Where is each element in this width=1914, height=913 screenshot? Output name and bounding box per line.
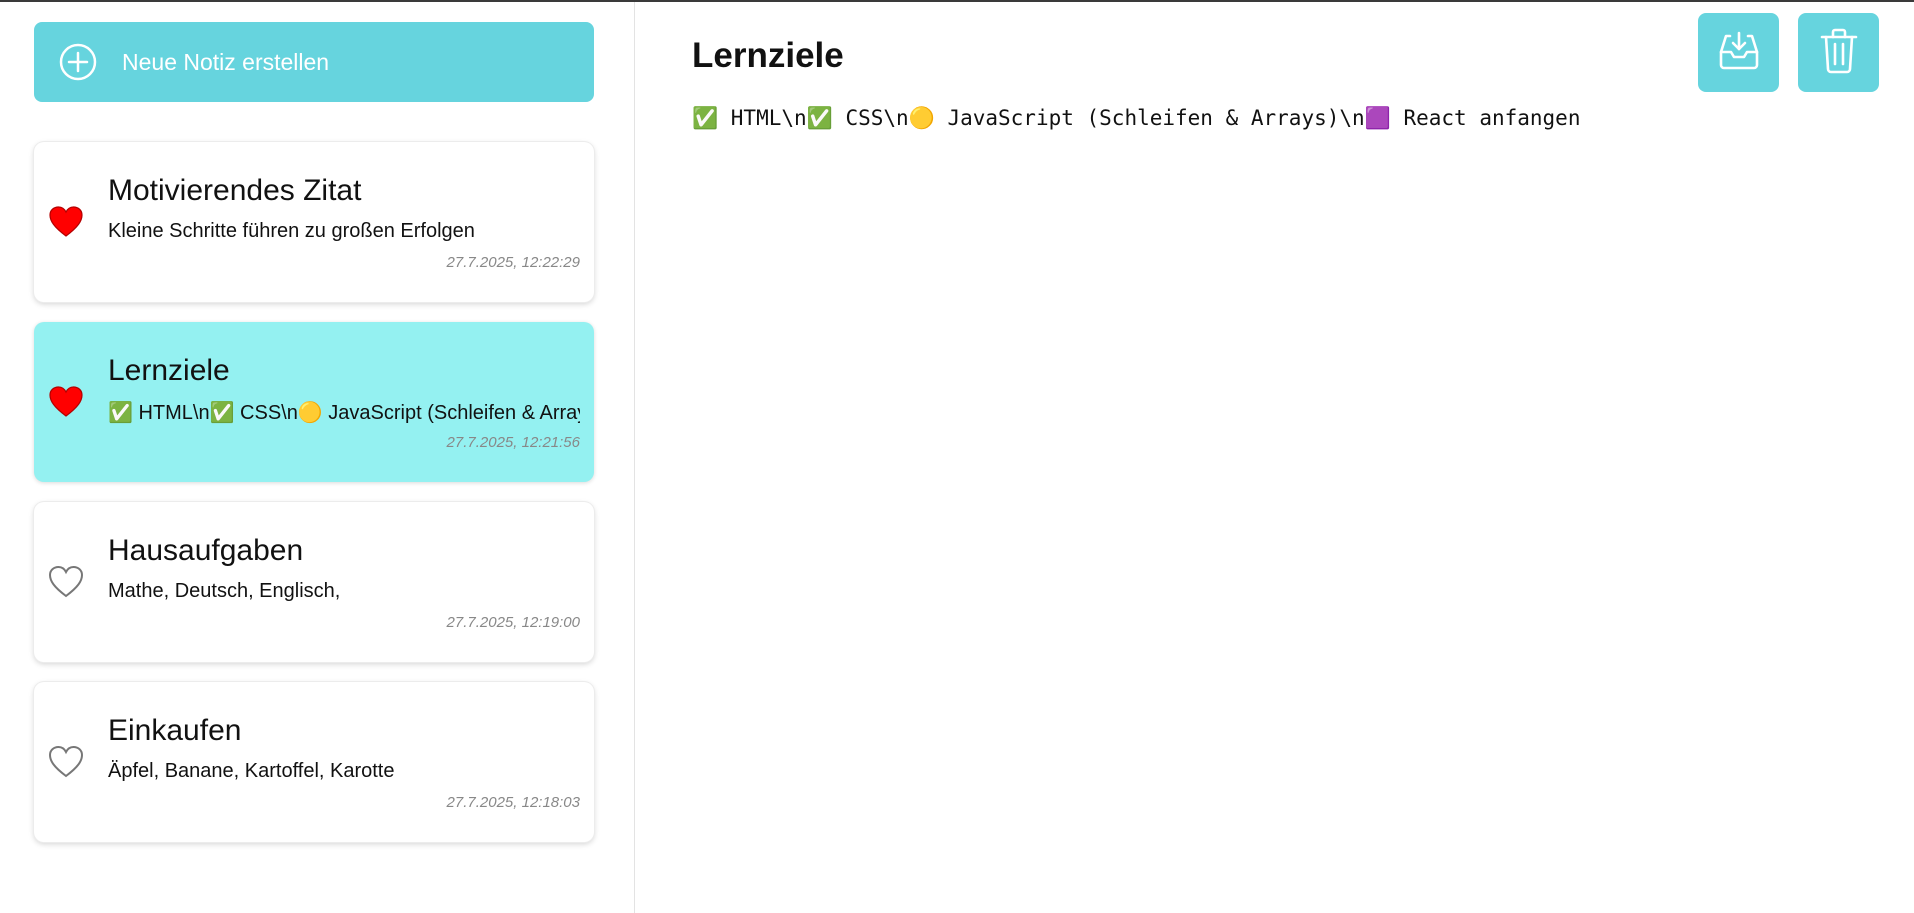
- delete-button[interactable]: [1798, 13, 1879, 92]
- note-date: 27.7.2025, 12:21:56: [446, 434, 580, 451]
- note-card[interactable]: Motivierendes Zitat Kleine Schritte führe…: [34, 142, 594, 302]
- save-button[interactable]: [1698, 13, 1779, 92]
- note-editor: Lernziele ✅ HTML\n✅ CSS\n🟡 JavaScript (S…: [636, 2, 1914, 913]
- editor-note-body[interactable]: ✅ HTML\n✅ CSS\n🟡 JavaScript (Schleifen &…: [692, 106, 1872, 131]
- new-note-button[interactable]: Neue Notiz erstellen: [34, 22, 594, 102]
- note-date: 27.7.2025, 12:18:03: [446, 794, 580, 811]
- note-card[interactable]: Einkaufen Äpfel, Banane, Kartoffel, Karot…: [34, 682, 594, 842]
- note-card[interactable]: Hausaufgaben Mathe, Deutsch, Englisch, 27.…: [34, 502, 594, 662]
- note-date: 27.7.2025, 12:22:29: [446, 254, 580, 271]
- heart-filled-icon[interactable]: [48, 204, 84, 240]
- heart-outline-icon[interactable]: [48, 744, 84, 780]
- note-title: Motivierendes Zitat: [108, 174, 362, 207]
- note-preview: Mathe, Deutsch, Englisch,: [108, 580, 341, 602]
- note-card[interactable]: Lernziele ✅ HTML\n✅ CSS\n🟡 JavaScript (Sc…: [34, 322, 594, 482]
- plus-circle-icon: [58, 42, 98, 82]
- heart-outline-icon[interactable]: [48, 564, 84, 600]
- note-title: Einkaufen: [108, 714, 242, 747]
- inbox-download-icon: [1716, 28, 1762, 77]
- heart-filled-icon[interactable]: [48, 384, 84, 420]
- editor-note-title[interactable]: Lernziele: [692, 36, 844, 76]
- note-preview: Kleine Schritte führen zu großen Erfolge…: [108, 220, 475, 242]
- new-note-label: Neue Notiz erstellen: [122, 48, 330, 75]
- sidebar: Neue Notiz erstellen Motivierendes Zitat…: [0, 2, 635, 913]
- note-preview: Äpfel, Banane, Kartoffel, Karotte: [108, 760, 395, 782]
- note-title: Hausaufgaben: [108, 534, 304, 567]
- trash-icon: [1816, 26, 1862, 79]
- note-date: 27.7.2025, 12:19:00: [446, 614, 580, 631]
- note-list: Motivierendes Zitat Kleine Schritte führe…: [34, 142, 594, 862]
- note-title: Lernziele: [108, 354, 230, 387]
- note-preview: ✅ HTML\n✅ CSS\n🟡 JavaScript (Schleifen &…: [108, 402, 580, 424]
